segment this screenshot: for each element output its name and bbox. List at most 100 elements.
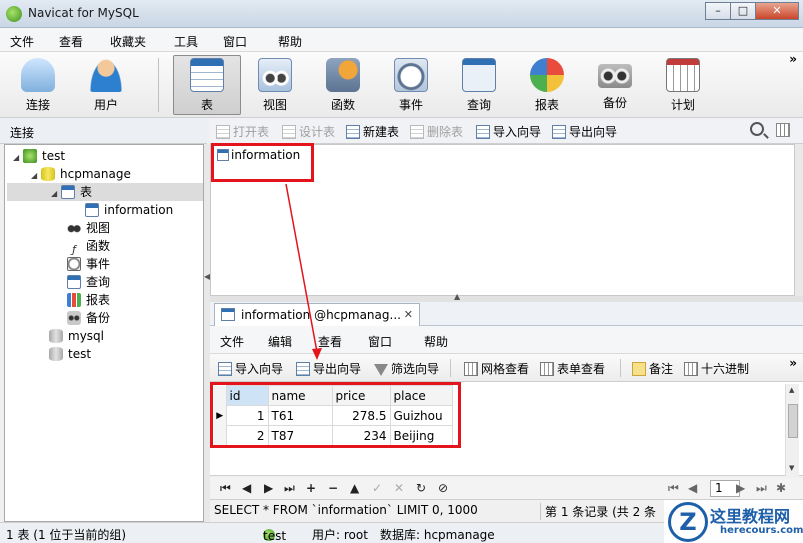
close-button[interactable]: ✕ [755, 2, 799, 20]
collapse-triangle-icon[interactable]: ◢ [51, 185, 61, 203]
schedule-icon [666, 58, 700, 92]
next-record-icon[interactable]: ▶ [264, 481, 273, 495]
watermark: Z 这里教程网 herecours.com [664, 500, 803, 543]
database-icon [41, 167, 55, 181]
last-page-icon[interactable]: ⏭ [756, 481, 767, 496]
menu-help[interactable]: 帮助 [278, 33, 302, 50]
data-menu-view[interactable]: 查看 [318, 333, 342, 350]
grid-scrollbar[interactable]: ▲ ▼ [785, 384, 799, 476]
form-view-button[interactable]: 表单查看 [540, 360, 605, 377]
open-table-button[interactable]: 打开表 [216, 123, 269, 140]
cancel-icon[interactable]: ✕ [394, 481, 404, 495]
toolbar-connect-button[interactable]: 连接 [6, 56, 70, 114]
memo-button[interactable]: 备注 [632, 360, 673, 377]
delete-table-icon [410, 125, 424, 139]
first-record-icon[interactable]: ⏮ [220, 481, 231, 496]
minimize-button[interactable]: – [705, 2, 731, 20]
toolbar-event-label: 事件 [398, 98, 423, 112]
table-icon [85, 203, 99, 217]
tree-node-events[interactable]: 事件 [67, 255, 110, 273]
maximize-button[interactable]: □ [730, 2, 756, 20]
scroll-down-icon[interactable]: ▼ [789, 464, 794, 472]
tab-information[interactable]: information @hcpmanag... ✕ [214, 303, 420, 327]
add-record-icon[interactable]: + [306, 481, 316, 495]
backup-icon [67, 311, 81, 325]
function-icon [326, 58, 360, 92]
record-count: 第 1 条记录 (共 2 条 [540, 503, 656, 520]
view-mode-icon[interactable] [776, 123, 790, 137]
toolbar-user-button[interactable]: 用户 [74, 56, 138, 114]
menu-window[interactable]: 窗口 [223, 33, 247, 50]
toolbar-function-button[interactable]: 函数 [311, 56, 375, 114]
scroll-up-icon[interactable]: ▲ [789, 386, 794, 394]
data-export-wizard-button[interactable]: 导出向导 [296, 360, 361, 377]
delete-table-button[interactable]: 删除表 [410, 123, 463, 140]
data-menu-window[interactable]: 窗口 [368, 333, 392, 350]
toolbar-user-label: 用户 [93, 98, 118, 112]
import-wizard-button[interactable]: 导入向导 [476, 123, 541, 140]
grid-view-icon [464, 362, 478, 376]
toolbar-event-button[interactable]: 事件 [379, 56, 443, 114]
report-icon [530, 58, 564, 92]
apply-icon[interactable]: ✓ [372, 481, 382, 495]
collapse-triangle-icon[interactable]: ◢ [13, 149, 23, 167]
tree-node-tables-folder[interactable]: ◢ 表 [7, 183, 203, 201]
hex-button[interactable]: 十六进制 [684, 360, 749, 377]
toolbar-backup-button[interactable]: 备份 [583, 56, 647, 114]
tree-node-db-mysql[interactable]: mysql [49, 327, 104, 345]
menu-view[interactable]: 查看 [59, 33, 83, 50]
stop-icon[interactable]: ⊘ [438, 481, 448, 495]
toolbar-overflow-button[interactable]: » [789, 52, 797, 66]
last-record-icon[interactable]: ⏭ [284, 481, 295, 496]
data-import-wizard-button[interactable]: 导入向导 [218, 360, 283, 377]
tree-node-queries[interactable]: 查询 [67, 273, 110, 291]
prev-page-icon[interactable]: ◀ [688, 481, 697, 495]
design-table-icon [282, 125, 296, 139]
connection-tree[interactable]: ◢ test ◢ hcpmanage ◢ 表 information 视图 ƒ 函数 事… [4, 144, 204, 522]
tree-node-connection-test[interactable]: ◢ test [13, 147, 65, 165]
close-tab-icon[interactable]: ✕ [404, 308, 413, 321]
toolbar-schedule-button[interactable]: 计划 [651, 56, 715, 114]
refresh-icon[interactable]: ↻ [416, 481, 426, 495]
data-menu-file[interactable]: 文件 [220, 333, 244, 350]
view-icon [258, 58, 292, 92]
filter-wizard-button[interactable]: 筛选向导 [374, 360, 439, 377]
tree-node-functions[interactable]: ƒ 函数 [67, 237, 110, 256]
scroll-thumb[interactable] [788, 404, 798, 438]
table-icon [190, 58, 224, 92]
design-table-button[interactable]: 设计表 [282, 123, 335, 140]
connection-panel-title: 连接 [10, 126, 35, 140]
toolbar-query-button[interactable]: 查询 [447, 56, 511, 114]
right-scrollbar[interactable] [795, 144, 803, 296]
data-toolbar-overflow-button[interactable]: » [789, 356, 797, 370]
toolbar-table-button[interactable]: 表 [173, 55, 241, 115]
next-page-icon[interactable]: ▶ [736, 481, 745, 495]
tree-node-table-information[interactable]: information [85, 201, 173, 219]
edit-record-icon[interactable]: ▲ [350, 481, 359, 495]
menu-file[interactable]: 文件 [10, 33, 34, 50]
menu-favorites[interactable]: 收藏夹 [110, 33, 146, 50]
toolbar-view-button[interactable]: 视图 [243, 56, 307, 114]
tree-node-reports[interactable]: 报表 [67, 291, 110, 309]
first-page-icon[interactable]: ⏮ [668, 481, 679, 496]
menu-tools[interactable]: 工具 [174, 33, 198, 50]
data-menu-help[interactable]: 帮助 [424, 333, 448, 350]
tables-folder-icon [61, 185, 75, 199]
tree-node-db-hcpmanage[interactable]: ◢ hcpmanage [31, 165, 131, 183]
data-menu-edit[interactable]: 编辑 [268, 333, 292, 350]
toolbar-report-button[interactable]: 报表 [515, 56, 579, 114]
delete-record-icon[interactable]: − [328, 481, 338, 495]
toolbar-separator [620, 359, 621, 377]
tree-node-backups[interactable]: 备份 [67, 309, 110, 327]
backup-icon [598, 64, 632, 88]
new-table-button[interactable]: 新建表 [346, 123, 399, 140]
tree-node-db-test[interactable]: test [49, 345, 91, 363]
menu-bar: 文件 查看 收藏夹 工具 窗口 帮助 [0, 28, 803, 52]
grid-view-button[interactable]: 网格查看 [464, 360, 529, 377]
connection-panel-header: 连接 [0, 118, 207, 144]
prev-record-icon[interactable]: ◀ [242, 481, 251, 495]
search-icon[interactable] [750, 122, 764, 136]
settings-icon[interactable]: ✱ [776, 481, 786, 495]
export-wizard-button[interactable]: 导出向导 [552, 123, 617, 140]
tree-node-views[interactable]: 视图 [67, 219, 110, 237]
